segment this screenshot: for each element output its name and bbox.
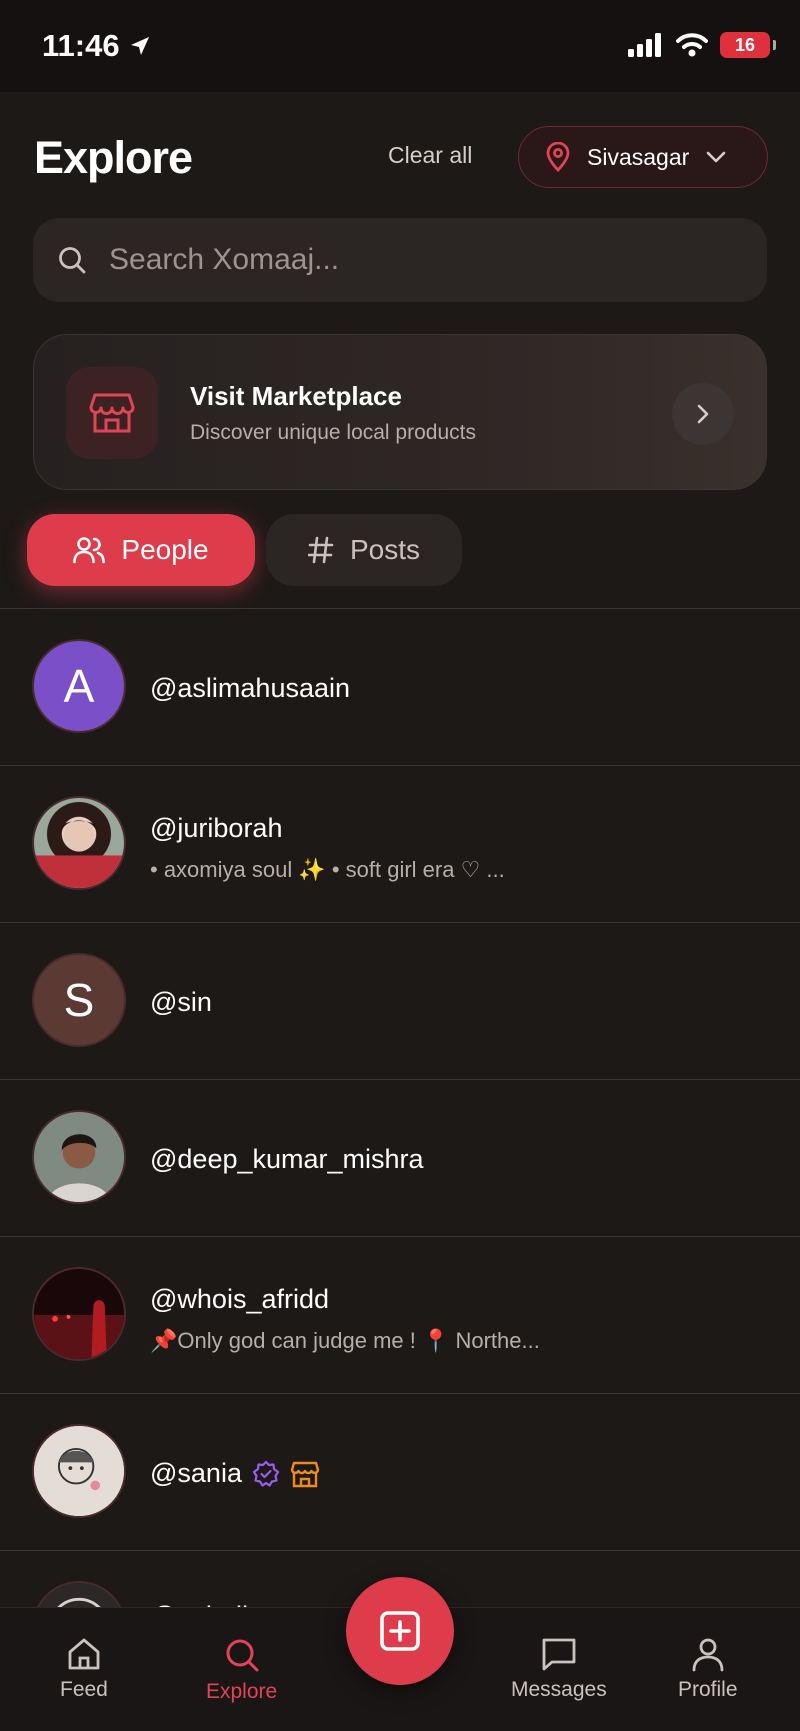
location-arrow-icon <box>130 37 149 55</box>
avatar <box>32 1267 126 1361</box>
nav-explore-label: Explore <box>206 1680 278 1703</box>
username: @whois_afridd <box>150 1284 329 1315</box>
avatar <box>32 796 126 890</box>
tab-posts-label: Posts <box>349 534 421 565</box>
clock-text: 11:46 <box>42 28 120 63</box>
nav-profile[interactable]: Profile <box>678 1636 738 1702</box>
username: @sin <box>150 987 212 1018</box>
user-row[interactable]: @deep_kumar_mishra <box>0 1079 800 1236</box>
marketplace-card[interactable]: Visit Marketplace Discover unique local … <box>33 334 767 490</box>
message-icon <box>542 1638 576 1671</box>
store-icon-box <box>66 367 158 459</box>
profile-photo-icon <box>34 1112 124 1202</box>
marketplace-subtitle: Discover unique local products <box>190 421 476 444</box>
tab-people-label: People <box>121 534 209 565</box>
username: @juriborah <box>150 813 282 844</box>
status-indicators: 16 <box>628 32 776 58</box>
battery-indicator: 16 <box>720 32 776 58</box>
home-icon <box>68 1638 100 1670</box>
avatar <box>32 1424 126 1518</box>
avatar-initial: A <box>63 660 95 712</box>
store-icon <box>89 393 135 433</box>
wifi-icon <box>676 33 708 57</box>
search-icon <box>59 247 86 274</box>
nav-profile-label: Profile <box>678 1678 738 1701</box>
search-input[interactable]: Search Xomaaj... <box>33 218 767 302</box>
map-pin-icon <box>546 142 570 172</box>
page-title: Explore <box>34 132 193 183</box>
location-label: Sivasagar <box>587 143 690 170</box>
verified-badge-icon <box>252 1460 280 1487</box>
tab-posts[interactable]: Posts <box>266 514 462 586</box>
username-text: @juriborah <box>150 813 283 843</box>
username-text: @whois_afridd <box>150 1284 329 1314</box>
avatar: S <box>32 953 126 1047</box>
nav-explore[interactable]: Explore <box>206 1636 277 1704</box>
marketplace-arrow-button[interactable] <box>672 383 734 445</box>
username: @aslimahusaain <box>150 673 350 704</box>
user-row[interactable]: @whois_afridd 📌Only god can judge me ! 📍… <box>0 1236 800 1393</box>
marketplace-title: Visit Marketplace <box>190 381 402 411</box>
chevron-down-icon <box>706 151 726 163</box>
avatar <box>32 1110 126 1204</box>
nav-messages-label: Messages <box>511 1678 607 1701</box>
avatar: A <box>32 639 126 733</box>
user-bio: 📌Only god can judge me ! 📍 Northe... <box>150 1328 540 1353</box>
user-row[interactable]: @sania <box>0 1393 800 1550</box>
signal-icon <box>628 33 661 57</box>
username-text: @sania <box>150 1458 242 1488</box>
battery-level: 16 <box>734 34 756 55</box>
user-icon <box>692 1638 724 1672</box>
user-row[interactable]: S @sin <box>0 922 800 1079</box>
users-icon <box>73 537 106 564</box>
username-text: @aslimahusaain <box>150 673 351 703</box>
username: @sania <box>150 1458 320 1489</box>
hashtag-icon <box>307 536 334 564</box>
seller-store-icon <box>290 1461 320 1487</box>
status-bar: 11:46 16 <box>0 0 800 92</box>
clear-all-button[interactable]: Clear all <box>388 142 472 169</box>
profile-photo-icon <box>34 1426 124 1516</box>
nav-feed[interactable]: Feed <box>60 1636 108 1702</box>
status-time: 11:46 <box>42 28 152 64</box>
create-post-button[interactable] <box>346 1577 454 1685</box>
search-placeholder: Search Xomaaj... <box>109 243 340 276</box>
chevron-right-icon <box>697 404 709 424</box>
tab-people[interactable]: People <box>27 514 255 586</box>
username-text: @deep_kumar_mishra <box>150 1144 424 1174</box>
profile-photo-icon <box>34 820 124 888</box>
nav-messages[interactable]: Messages <box>511 1636 607 1702</box>
plus-square-icon <box>380 1611 420 1651</box>
search-icon <box>226 1639 259 1672</box>
user-bio: • axomiya soul ✨ • soft girl era ♡ ... <box>150 857 505 882</box>
username: @deep_kumar_mishra <box>150 1144 424 1175</box>
user-row[interactable]: @juriborah • axomiya soul ✨ • soft girl … <box>0 765 800 922</box>
explore-header: Explore Clear all Sivasagar <box>34 126 768 188</box>
avatar-initial: S <box>63 974 95 1026</box>
nav-feed-label: Feed <box>60 1678 108 1701</box>
location-selector[interactable]: Sivasagar <box>518 126 768 188</box>
profile-photo-icon <box>34 1269 124 1359</box>
username-text: @sin <box>150 987 212 1017</box>
user-row[interactable]: A @aslimahusaain <box>0 608 800 765</box>
